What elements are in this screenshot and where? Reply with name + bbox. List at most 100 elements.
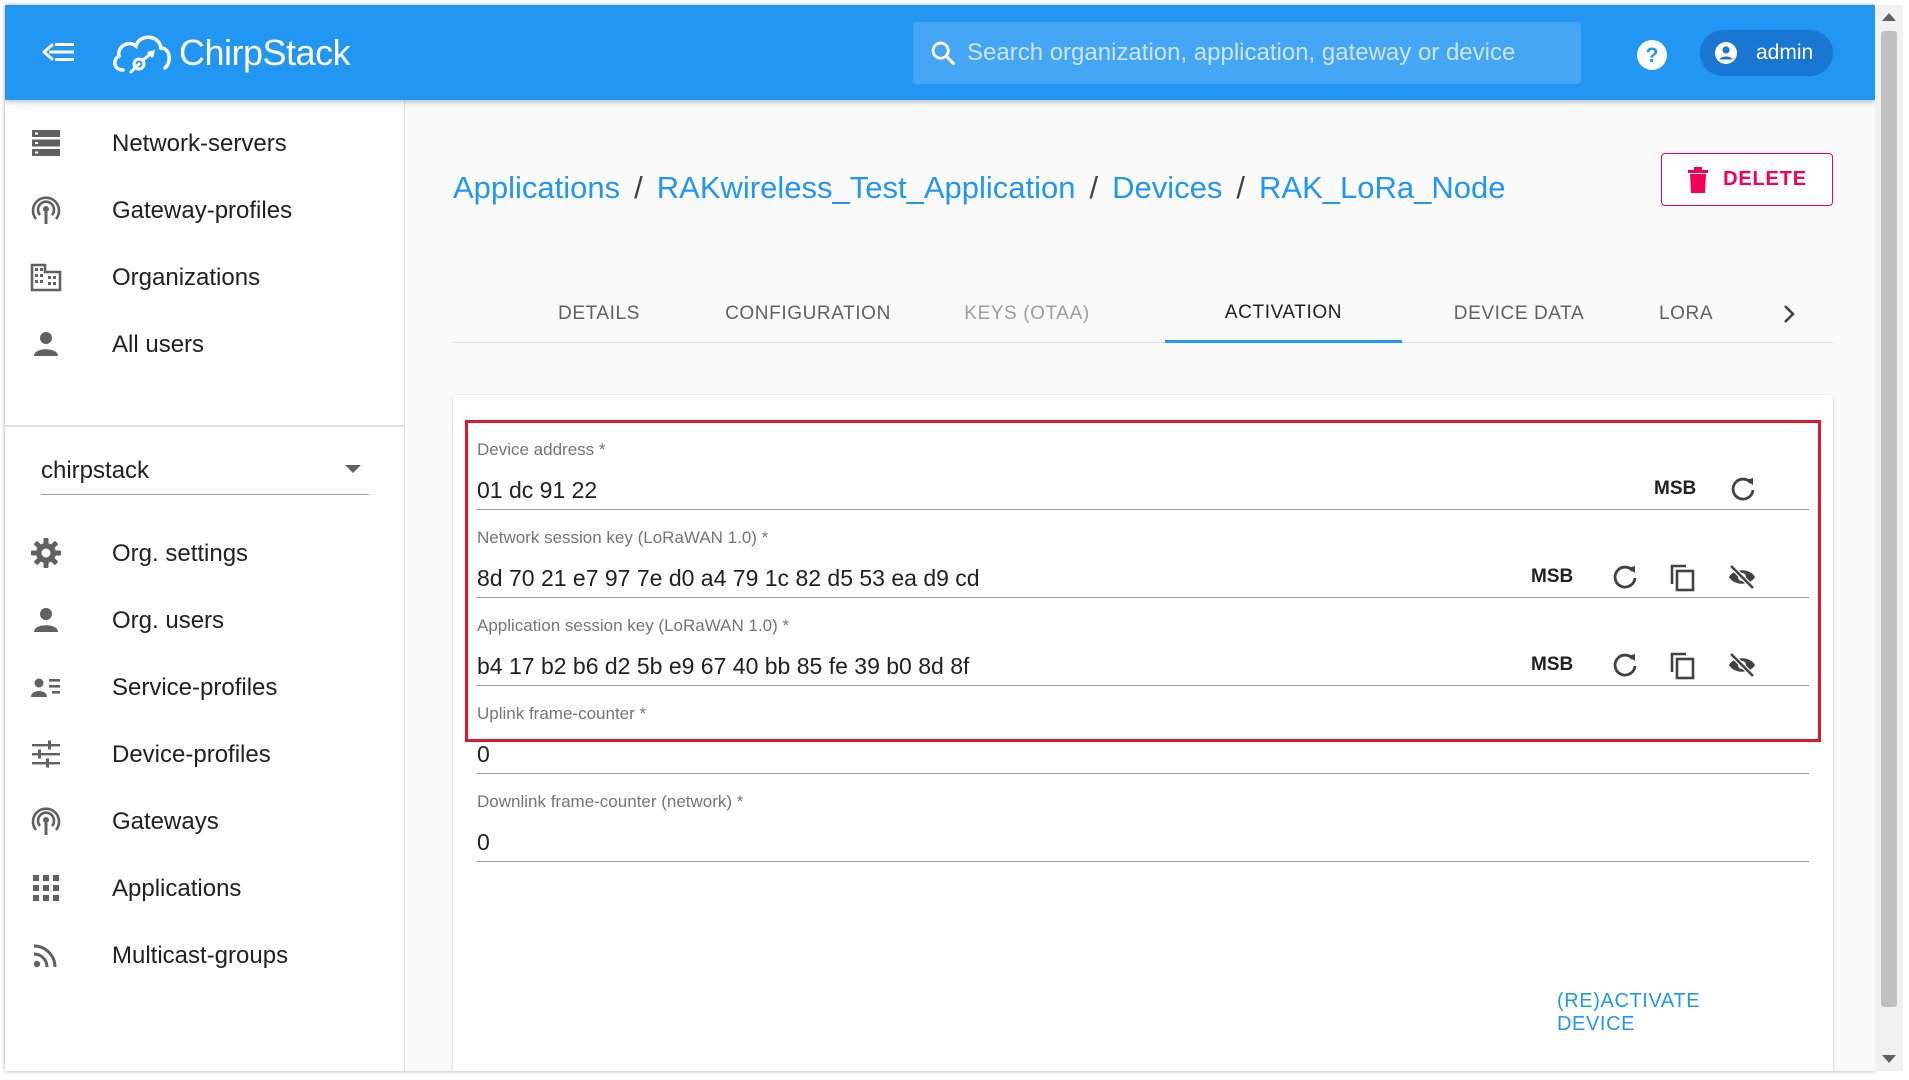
server-icon [32,130,60,156]
application-session-key-input[interactable]: b4 17 b2 b6 d2 5b e9 67 40 bb 85 fe 39 b… [477,640,1809,686]
field-value: 01 dc 91 22 [477,477,598,503]
breadcrumb-application[interactable]: RAKwireless_Test_Application [657,170,1076,205]
sidebar-item-gateways[interactable]: Gateways [5,788,405,854]
sidebar-item-label: Gateway-profiles [112,197,293,224]
sidebar-item-gateway-profiles[interactable]: Gateway-profiles [5,177,405,243]
search-input[interactable] [967,22,1567,84]
scroll-down-arrow-icon[interactable] [1882,1055,1896,1063]
sidebar-item-label: Service-profiles [112,674,278,701]
sidebar-item-organizations[interactable]: Organizations [5,244,405,310]
delete-button[interactable]: DELETE [1661,153,1833,206]
chirpstack-logo[interactable]: ChirpStack [109,25,351,81]
sidebar-item-label: Org. settings [112,540,249,567]
sidebar-item-network-servers[interactable]: Network-servers [5,110,405,176]
byte-order-toggle[interactable]: MSB [1531,566,1573,588]
sidebar: Network-servers Gateway-profiles Organiz… [5,100,405,1071]
device-address-input[interactable]: 01 dc 91 22 MSB [477,464,1809,510]
antenna-icon [31,196,61,224]
network-session-key-field: Network session key (LoRaWAN 1.0) * 8d 7… [477,528,1809,624]
uplink-frame-counter-input[interactable]: 0 [477,728,1809,774]
search-bar[interactable] [913,22,1581,84]
main-content: Applications / RAKwireless_Test_Applicatio… [405,100,1875,1071]
account-circle-icon [1715,42,1737,64]
search-icon [931,41,956,66]
username: admin [1756,41,1814,64]
user-menu-button[interactable]: admin [1700,30,1833,76]
sidebar-item-label: Multicast-groups [112,942,289,969]
chevron-down-icon [345,465,361,473]
device-tabs: DETAILS CONFIGURATION KEYS (OTAA) ACTIVA… [453,285,1833,343]
breadcrumb-separator: / [1236,170,1245,205]
sidebar-item-multicast-groups[interactable]: Multicast-groups [5,922,405,988]
sidebar-item-label: All users [112,331,205,358]
organization-select[interactable]: chirpstack [41,445,369,495]
copy-icon[interactable] [1668,562,1698,592]
field-value: 0 [477,829,490,855]
uplink-frame-counter-field: Uplink frame-counter * 0 [477,704,1809,800]
byte-order-toggle[interactable]: MSB [1654,478,1696,500]
field-label: Downlink frame-counter (network) * [477,792,744,811]
field-label: Uplink frame-counter * [477,704,647,723]
field-label: Device address * [477,440,606,459]
field-label: Application session key (LoRaWAN 1.0) * [477,616,790,635]
sidebar-item-label: Network-servers [112,130,287,157]
field-value: 8d 70 21 e7 97 7e d0 a4 79 1c 82 d5 53 e… [477,565,980,591]
svg-text:?: ? [1646,44,1659,67]
sidebar-item-device-profiles[interactable]: Device-profiles [5,721,405,787]
visibility-off-icon[interactable] [1727,650,1757,680]
building-icon [30,263,62,292]
sidebar-item-org-settings[interactable]: Org. settings [5,520,405,586]
tab-configuration[interactable]: CONFIGURATION [712,285,904,343]
field-label: Network session key (LoRaWAN 1.0) * [477,528,769,547]
grid-icon [33,875,59,901]
tab-details[interactable]: DETAILS [523,285,675,343]
breadcrumb-separator: / [634,170,643,205]
sidebar-item-org-users[interactable]: Org. users [5,587,405,653]
visibility-off-icon[interactable] [1727,562,1757,592]
tab-device-data[interactable]: DEVICE DATA [1423,285,1615,343]
scrollbar-thumb[interactable] [1881,31,1897,1007]
refresh-icon[interactable] [1610,562,1640,592]
antenna-icon [31,807,61,835]
trash-icon [1688,166,1709,193]
field-value: 0 [477,741,490,767]
sidebar-item-service-profiles[interactable]: Service-profiles [5,654,405,720]
tab-lora[interactable]: LORA [1649,285,1765,343]
page-scrollbar[interactable] [1875,5,1903,1071]
scroll-up-arrow-icon[interactable] [1882,13,1896,21]
refresh-icon[interactable] [1728,474,1758,504]
menu-toggle-icon[interactable] [41,37,77,67]
contact-list-icon [31,678,60,697]
field-value: b4 17 b2 b6 d2 5b e9 67 40 bb 85 fe 39 b… [477,653,970,679]
network-session-key-input[interactable]: 8d 70 21 e7 97 7e d0 a4 79 1c 82 d5 53 e… [477,552,1809,598]
reactivate-device-button[interactable]: (RE)ACTIVATE DEVICE [1557,990,1777,1035]
gear-icon [31,538,61,568]
breadcrumb-devices[interactable]: Devices [1112,170,1222,205]
byte-order-toggle[interactable]: MSB [1531,654,1573,676]
chevron-right-icon[interactable] [1777,302,1801,326]
downlink-frame-counter-input[interactable]: 0 [477,816,1809,862]
sidebar-divider [5,425,405,427]
refresh-icon[interactable] [1610,650,1640,680]
sidebar-item-label: Applications [112,875,242,902]
breadcrumb: Applications / RAKwireless_Test_Applicatio… [453,170,1505,206]
breadcrumb-device[interactable]: RAK_LoRa_Node [1259,170,1505,205]
rss-icon [33,944,57,968]
copy-icon[interactable] [1668,650,1698,680]
tab-keys-otaa[interactable]: KEYS (OTAA) [931,285,1123,343]
sidebar-item-applications[interactable]: Applications [5,855,405,921]
person-icon [34,332,58,356]
brand-name: ChirpStack [179,32,351,73]
delete-button-label: DELETE [1723,168,1807,190]
help-icon[interactable]: ? [1636,39,1668,71]
sidebar-item-label: Org. users [112,607,225,634]
sidebar-item-label: Device-profiles [112,741,271,768]
application-session-key-field: Application session key (LoRaWAN 1.0) * … [477,616,1809,712]
device-address-field: Device address * 01 dc 91 22 MSB [477,440,1809,536]
activation-form: Device address * 01 dc 91 22 MSB Network… [453,395,1833,1071]
breadcrumb-applications[interactable]: Applications [453,170,620,205]
sidebar-item-label: Organizations [112,264,261,291]
person-icon [34,608,58,632]
tab-activation[interactable]: ACTIVATION [1165,285,1402,343]
sidebar-item-all-users[interactable]: All users [5,311,405,377]
